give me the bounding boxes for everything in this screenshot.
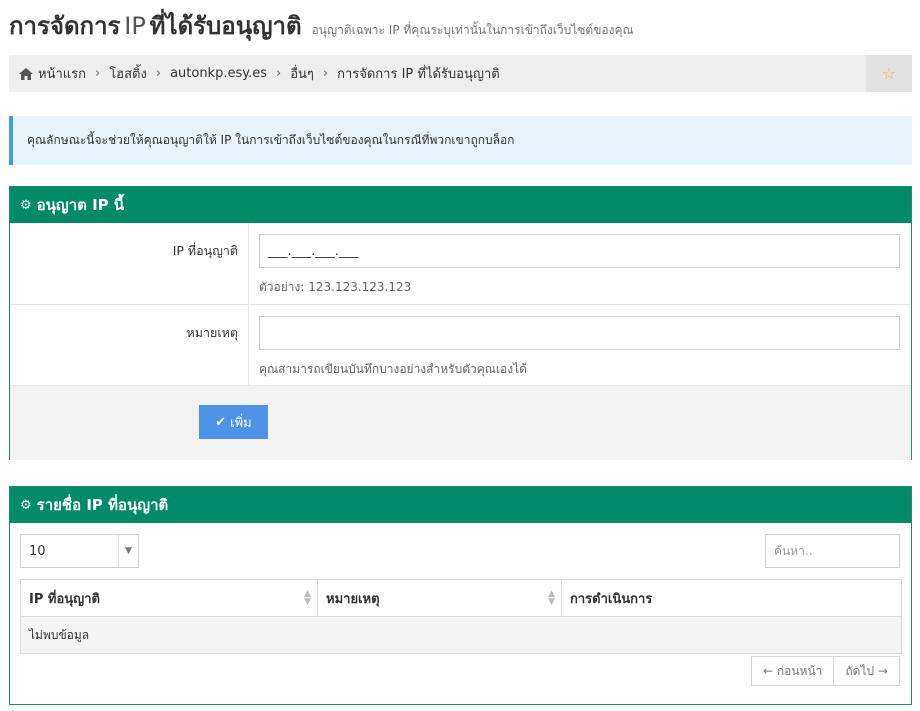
- breadcrumb-separator: ›: [276, 66, 282, 81]
- allow-ip-panel-heading: ⚙ อนุญาต IP นี้: [10, 187, 911, 223]
- page-title-part2: IP: [124, 12, 146, 40]
- star-icon: ☆: [881, 64, 897, 83]
- ip-table: IP ที่อนุญาติ ▲ ▼ หมายเหตุ ▲ ▼ การดำเนินกา…: [20, 579, 902, 654]
- note-input[interactable]: [259, 316, 900, 350]
- ip-list-panel-title: รายชื่อ IP ที่อนุญาติ: [36, 496, 169, 514]
- ip-list-panel: ⚙ รายชื่อ IP ที่อนุญาติ 10 ▼ ค้นหา.. IP …: [9, 486, 912, 705]
- breadcrumb-item-hosting[interactable]: โฮสติ้ง: [109, 63, 147, 84]
- column-header-ip-label: IP ที่อนุญาติ: [29, 591, 100, 607]
- allow-ip-panel-title: อนุญาต IP นี้: [36, 196, 125, 214]
- column-header-action-label: การดำเนินการ: [570, 591, 653, 607]
- sort-icon: ▲ ▼: [548, 589, 555, 607]
- allow-ip-panel: ⚙ อนุญาต IP นี้ IP ที่อนุญาติ ___.___.__…: [9, 186, 912, 460]
- breadcrumb-item-home: หน้าแรก: [38, 67, 86, 82]
- breadcrumb-home[interactable]: หน้าแรก: [19, 63, 86, 84]
- breadcrumb-item-current: การจัดการ IP ที่ได้รับอนุญาติ: [337, 67, 500, 82]
- breadcrumb: หน้าแรก › โฮสติ้ง › autonkp.esy.es › อื่…: [9, 55, 912, 92]
- ip-field-label: IP ที่อนุญาติ: [10, 223, 249, 304]
- note-field-label: หมายเหตุ: [10, 305, 249, 385]
- breadcrumb-separator: ›: [95, 66, 101, 81]
- column-header-note-label: หมายเหตุ: [326, 591, 380, 607]
- note-form-row: หมายเหตุ คุณสามารถเขียนบันทึกบางอย่างสำห…: [10, 305, 911, 386]
- previous-page-button[interactable]: ← ก่อนหน้า: [751, 656, 835, 686]
- breadcrumb-separator: ›: [155, 66, 162, 81]
- page-size-select[interactable]: 10 ▼: [20, 534, 139, 568]
- check-icon: ✔: [215, 414, 227, 430]
- breadcrumb-item-domain[interactable]: autonkp.esy.es: [170, 66, 267, 81]
- table-header-row: IP ที่อนุญาติ ▲ ▼ หมายเหตุ ▲ ▼ การดำเนินกา…: [20, 579, 902, 617]
- search-placeholder: ค้นหา..: [774, 543, 813, 558]
- ip-list-panel-heading: ⚙ รายชื่อ IP ที่อนุญาติ: [10, 487, 911, 523]
- page-title-part1: การจัดการ: [9, 12, 121, 40]
- next-page-button[interactable]: ถัดไป →: [834, 656, 900, 686]
- form-actions: ✔ เพิ่ม: [10, 386, 911, 460]
- gears-icon: ⚙: [20, 497, 32, 513]
- search-input[interactable]: ค้นหา..: [765, 534, 900, 568]
- empty-table-message: ไม่พบข้อมูล: [20, 616, 902, 654]
- pagination: ← ก่อนหน้า ถัดไป →: [751, 656, 900, 686]
- page-title-part3: ที่ได้รับอนุญาติ: [149, 12, 302, 40]
- page-subtitle: อนุญาติเฉพาะ IP ที่คุณระบุเท่านั้นในการเ…: [311, 23, 634, 37]
- ip-input[interactable]: ___.___.___.___: [259, 234, 900, 268]
- chevron-down-icon: ▼: [118, 535, 138, 567]
- breadcrumb-separator: ›: [322, 66, 329, 81]
- page-size-value: 10: [29, 543, 46, 559]
- info-callout-text: คุณลักษณะนี้จะช่วยให้คุณอนุญาติให้ IP ใน…: [27, 133, 515, 147]
- info-callout: คุณลักษณะนี้จะช่วยให้คุณอนุญาติให้ IP ใน…: [9, 116, 912, 165]
- page-title: การจัดการ IP ที่ได้รับอนุญาติ อนุญาติเฉพ…: [9, 6, 634, 40]
- column-header-note[interactable]: หมายเหตุ ▲ ▼: [317, 579, 562, 617]
- favorite-button[interactable]: ☆: [866, 55, 912, 92]
- add-button[interactable]: ✔ เพิ่ม: [199, 405, 268, 439]
- table-tools: 10 ▼ ค้นหา.. IP ที่อนุญาติ ▲ ▼ หมายเหตุ ▲…: [10, 523, 911, 686]
- table-row: ไม่พบข้อมูล: [20, 616, 902, 654]
- ip-help-text: ตัวอย่าง: 123.123.123.123: [259, 280, 412, 294]
- sort-icon: ▲ ▼: [304, 589, 311, 607]
- ip-form-row: IP ที่อนุญาติ ___.___.___.___ ตัวอย่าง: …: [10, 223, 911, 305]
- breadcrumb-item-other[interactable]: อื่นๆ: [290, 63, 314, 84]
- gears-icon: ⚙: [20, 197, 32, 213]
- note-help-text: คุณสามารถเขียนบันทึกบางอย่างสำหรับตัวคุณ…: [259, 362, 527, 376]
- add-button-label: เพิ่ม: [230, 415, 252, 431]
- home-icon: [19, 67, 33, 80]
- column-header-ip[interactable]: IP ที่อนุญาติ ▲ ▼: [20, 579, 318, 617]
- column-header-action: การดำเนินการ: [561, 579, 902, 617]
